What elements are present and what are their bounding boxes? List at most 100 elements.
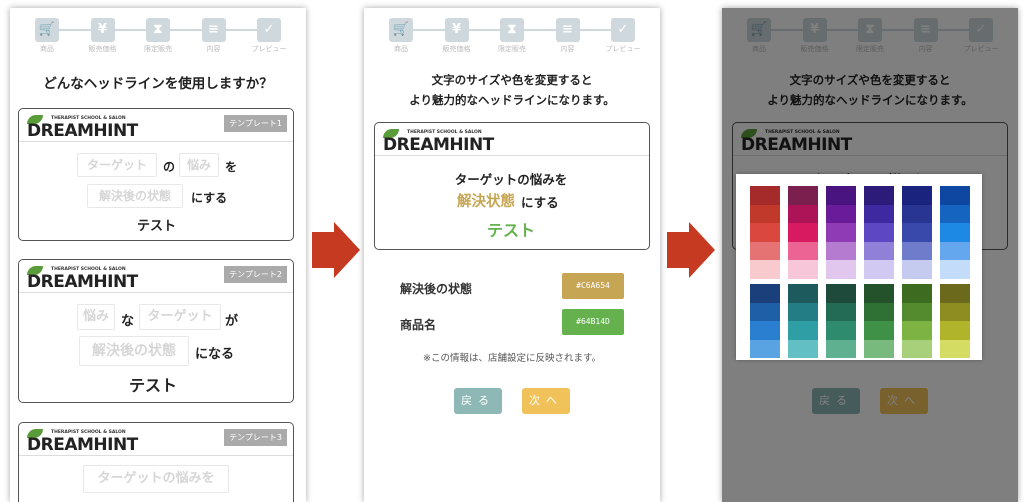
color-swatch[interactable] [788,204,818,223]
step-4: ≡ 内容 [189,18,239,54]
resolved-state-color-button[interactable]: #C6A654 [562,273,624,299]
color-swatch[interactable] [750,321,780,340]
step-3: ⧗ 限定販売 [133,18,183,54]
color-swatch[interactable] [940,302,970,321]
step-label: 内容 [560,45,575,53]
color-swatch[interactable] [864,241,894,260]
color-swatch[interactable] [902,302,932,321]
card-divider [375,155,649,156]
color-swatch[interactable] [940,260,970,279]
color-swatch[interactable] [864,302,894,321]
step-progress: 🛒 商品 ¥ 販売価格 ⧗ 限定販売 ≡ 内容 ✓ プレビュー [376,18,648,58]
document-icon: ≡ [201,18,226,42]
step-label: 限定販売 [498,45,526,53]
headline-preview-card: THERAPIST SCHOOL & SALONDREAMHINT ターゲットの… [374,122,650,250]
template-card-2[interactable]: THERAPIST SCHOOL & SALON DREAMHINT テンプレート… [18,259,294,403]
color-swatch[interactable] [788,339,818,358]
color-swatch[interactable] [864,186,894,205]
color-swatch[interactable] [864,260,894,279]
color-swatch[interactable] [826,186,856,205]
color-swatch[interactable] [788,302,818,321]
color-swatch[interactable] [902,284,932,303]
color-swatch[interactable] [902,321,932,340]
question-heading: どんなヘッドラインを使用しますか？ [43,76,273,92]
step-label: プレビュー [605,45,641,53]
next-button[interactable]: 次へ [522,388,570,414]
color-swatch[interactable] [750,260,780,279]
color-swatch[interactable] [940,223,970,242]
swatch-column [864,186,894,279]
color-swatch[interactable] [864,204,894,223]
resolved-state-label: 解決後の状態 [400,282,473,296]
color-swatch[interactable] [788,321,818,340]
swatch-column [750,284,780,358]
color-swatch[interactable] [826,204,856,223]
color-swatch[interactable] [864,321,894,340]
product-name-color-button[interactable]: #64B14D [562,309,624,335]
swatch-column [940,186,970,279]
cart-icon: 🛒 [35,18,59,42]
headline-placeholder[interactable]: ターゲットの悩みを [83,465,229,493]
color-swatch[interactable] [750,241,780,260]
color-swatch[interactable] [902,204,932,223]
color-swatch[interactable] [940,284,970,303]
color-swatch[interactable] [826,284,856,303]
color-swatch[interactable] [826,223,856,242]
color-swatch[interactable] [750,284,780,303]
headline-style-screen: 🛒 商品 ¥ 販売価格 ⧗ 限定販売 ≡ 内容 ✓ プレビュー 文字のサイズや色を変更すると より… [364,8,660,502]
color-swatch[interactable] [826,302,856,321]
color-swatch[interactable] [788,186,818,205]
template-card-1[interactable]: THERAPIST SCHOOL & SALON DREAMHINT テンプレート… [18,108,294,241]
color-swatch[interactable] [902,223,932,242]
color-swatch[interactable] [788,223,818,242]
particle-text: の [163,160,176,174]
color-swatch[interactable] [750,186,780,205]
target-placeholder[interactable]: ターゲット [77,153,157,177]
preview-suffix: にする [521,195,559,210]
back-button[interactable]: 戻る [454,388,502,414]
color-swatch[interactable] [940,339,970,358]
step-label: 販売価格 [442,45,471,53]
color-swatch[interactable] [902,241,932,260]
color-swatch[interactable] [864,223,894,242]
color-picker-screen: 🛒商品¥販売価格⧗限定販売≡内容✓プレビュー 文字のサイズや色を変更すると より… [722,8,1018,502]
logo-name: DREAMHINT [27,435,138,455]
target-placeholder[interactable]: ターゲット [139,304,221,330]
preview-product: テスト [486,221,535,240]
swatch-column [902,284,932,358]
pain-placeholder[interactable]: 悩み [77,304,115,330]
color-swatch[interactable] [826,339,856,358]
color-swatch[interactable] [826,241,856,260]
color-swatch[interactable] [826,321,856,340]
color-swatch[interactable] [940,321,970,340]
color-swatch[interactable] [864,339,894,358]
logo-name: DREAMHINT [383,135,494,155]
color-swatch[interactable] [902,260,932,279]
color-swatch[interactable] [750,339,780,358]
color-swatch[interactable] [788,241,818,260]
swatch-column [788,186,818,279]
color-swatch[interactable] [826,260,856,279]
money-icon: ¥ [444,18,469,42]
color-swatch[interactable] [750,223,780,242]
step-label: 商品 [394,45,408,53]
color-swatch[interactable] [940,186,970,205]
color-swatch[interactable] [750,302,780,321]
cart-icon: 🛒 [389,18,413,42]
step-4: ≡ 内容 [543,18,593,54]
particle-text: が [225,314,239,329]
color-swatch[interactable] [864,284,894,303]
template-card-3[interactable]: THERAPIST SCHOOL & SALON DREAMHINT テンプレート… [18,422,294,502]
color-swatch[interactable] [750,204,780,223]
color-swatch[interactable] [788,284,818,303]
step-label: 限定販売 [144,45,172,53]
color-swatch[interactable] [940,241,970,260]
resolved-state-placeholder[interactable]: 解決後の状態 [87,184,183,208]
pain-placeholder[interactable]: 悩み [179,153,219,177]
color-swatch[interactable] [902,186,932,205]
color-swatch[interactable] [940,204,970,223]
resolved-state-placeholder[interactable]: 解決後の状態 [79,336,189,366]
suffix-text: にする [191,191,228,205]
color-swatch[interactable] [902,339,932,358]
color-swatch[interactable] [788,260,818,279]
